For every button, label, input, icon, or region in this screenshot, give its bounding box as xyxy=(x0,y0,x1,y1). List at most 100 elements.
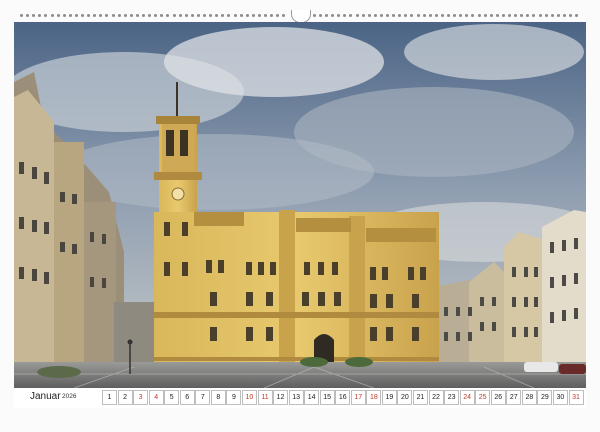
day-cell: 3 xyxy=(133,390,149,405)
binding-hole xyxy=(142,14,145,17)
binding-hole xyxy=(355,14,359,17)
binding-hole xyxy=(477,14,481,17)
day-cell: 17 xyxy=(350,390,366,405)
binding-hole xyxy=(99,14,103,17)
binding-hole xyxy=(471,14,475,17)
binding-hole xyxy=(203,14,206,17)
binding-hole xyxy=(386,14,389,17)
binding-hole xyxy=(270,14,274,17)
binding-hole xyxy=(410,14,414,17)
binding-hole xyxy=(209,14,213,17)
binding-hole xyxy=(520,14,524,17)
day-cell: 26 xyxy=(490,390,506,405)
binding-hole xyxy=(20,14,23,17)
binding-hole xyxy=(312,14,316,17)
binding-hole xyxy=(105,14,109,17)
binding-hole xyxy=(483,14,487,17)
binding-hole xyxy=(373,14,377,17)
binding-hole xyxy=(489,14,493,17)
binding-hole xyxy=(331,14,335,17)
binding-hole xyxy=(160,14,164,17)
binding-hole xyxy=(117,14,121,17)
day-cell: 13 xyxy=(288,390,304,405)
binding-hole xyxy=(68,14,72,17)
binding-hole xyxy=(190,14,194,17)
year-label: 2026 xyxy=(62,393,77,400)
binding-hole xyxy=(392,14,396,17)
binding-hole xyxy=(123,14,127,17)
day-cell: 12 xyxy=(273,390,289,405)
binding-hole xyxy=(166,14,170,17)
day-cell: 20 xyxy=(397,390,413,405)
calendar-strip: Januar 2026 1 2 3 4 5 6 7 8 9 10 11 12 13 14 15 16 17 18 1… xyxy=(14,388,586,408)
binding-hole xyxy=(495,14,499,17)
day-cell: 18 xyxy=(366,390,382,405)
day-cell: 21 xyxy=(413,390,428,405)
binding-hole xyxy=(569,14,572,17)
binding-hole xyxy=(514,14,518,17)
binding-hole xyxy=(276,14,280,17)
binding-hole xyxy=(74,14,78,17)
day-cell: 30 xyxy=(552,390,568,405)
binding-hole xyxy=(562,14,566,17)
binding-hole xyxy=(172,14,176,17)
binding-hole xyxy=(227,14,231,17)
day-cell: 8 xyxy=(210,390,226,405)
day-cell: 28 xyxy=(521,390,537,405)
binding-hole xyxy=(325,14,328,17)
binding-hole xyxy=(26,14,30,17)
binding-hole xyxy=(62,14,66,17)
day-cell: 31 xyxy=(568,390,584,405)
calendar-page: Januar 2026 1 2 3 4 5 6 7 8 9 10 11 12 13 14 15 16 17 18 1… xyxy=(0,0,600,432)
binding-hole xyxy=(575,14,579,17)
binding-hole xyxy=(367,14,371,17)
binding-hole xyxy=(447,14,450,17)
photo-illustration xyxy=(14,22,586,388)
binding-hole xyxy=(251,14,255,17)
binding-hole xyxy=(556,14,560,17)
binding-hole xyxy=(434,14,438,17)
binding-hole xyxy=(398,14,402,17)
day-cell: 14 xyxy=(304,390,320,405)
binding-hole xyxy=(245,14,249,17)
binding-hole xyxy=(343,14,347,17)
day-cell: 16 xyxy=(335,390,351,405)
binding-hole xyxy=(349,14,353,17)
binding-hole xyxy=(154,14,158,17)
binding-hole xyxy=(550,14,554,17)
day-cell: 9 xyxy=(226,390,242,405)
day-cell: 24 xyxy=(459,390,475,405)
binding-hole xyxy=(538,14,542,17)
binding-hole xyxy=(416,14,420,17)
binding-hole xyxy=(422,14,426,17)
town-hall-photo xyxy=(14,22,586,388)
day-cell: 5 xyxy=(164,390,180,405)
binding-hole xyxy=(465,14,469,17)
binding-hole xyxy=(148,14,152,17)
binding-hole xyxy=(56,14,60,17)
binding-hole xyxy=(178,14,182,17)
binding-hole xyxy=(50,14,54,17)
day-cell: 2 xyxy=(117,390,133,405)
binding-hole xyxy=(404,14,408,17)
day-cells: 1 2 3 4 5 6 7 8 9 10 11 12 13 14 15 16 17 18 19 20 21 22 23 24 2… xyxy=(102,390,584,406)
binding-hole xyxy=(233,14,237,17)
day-cell: 15 xyxy=(319,390,335,405)
binding-hole xyxy=(532,14,536,17)
month-label: Januar xyxy=(30,391,61,402)
binding-hole xyxy=(337,14,341,17)
binding-hole xyxy=(196,14,200,17)
binding-hole xyxy=(428,14,432,17)
day-cell: 23 xyxy=(444,390,460,405)
day-cell: 4 xyxy=(148,390,164,405)
binding-hole xyxy=(508,14,511,17)
day-cell: 11 xyxy=(257,390,273,405)
binding-hole xyxy=(221,14,225,17)
day-cell: 10 xyxy=(241,390,257,405)
binding-hole xyxy=(111,14,115,17)
binding-hole xyxy=(264,14,267,17)
day-cell: 25 xyxy=(475,390,491,405)
binding-hole xyxy=(440,14,444,17)
day-cell: 1 xyxy=(102,390,117,405)
binding-hole xyxy=(318,14,322,17)
